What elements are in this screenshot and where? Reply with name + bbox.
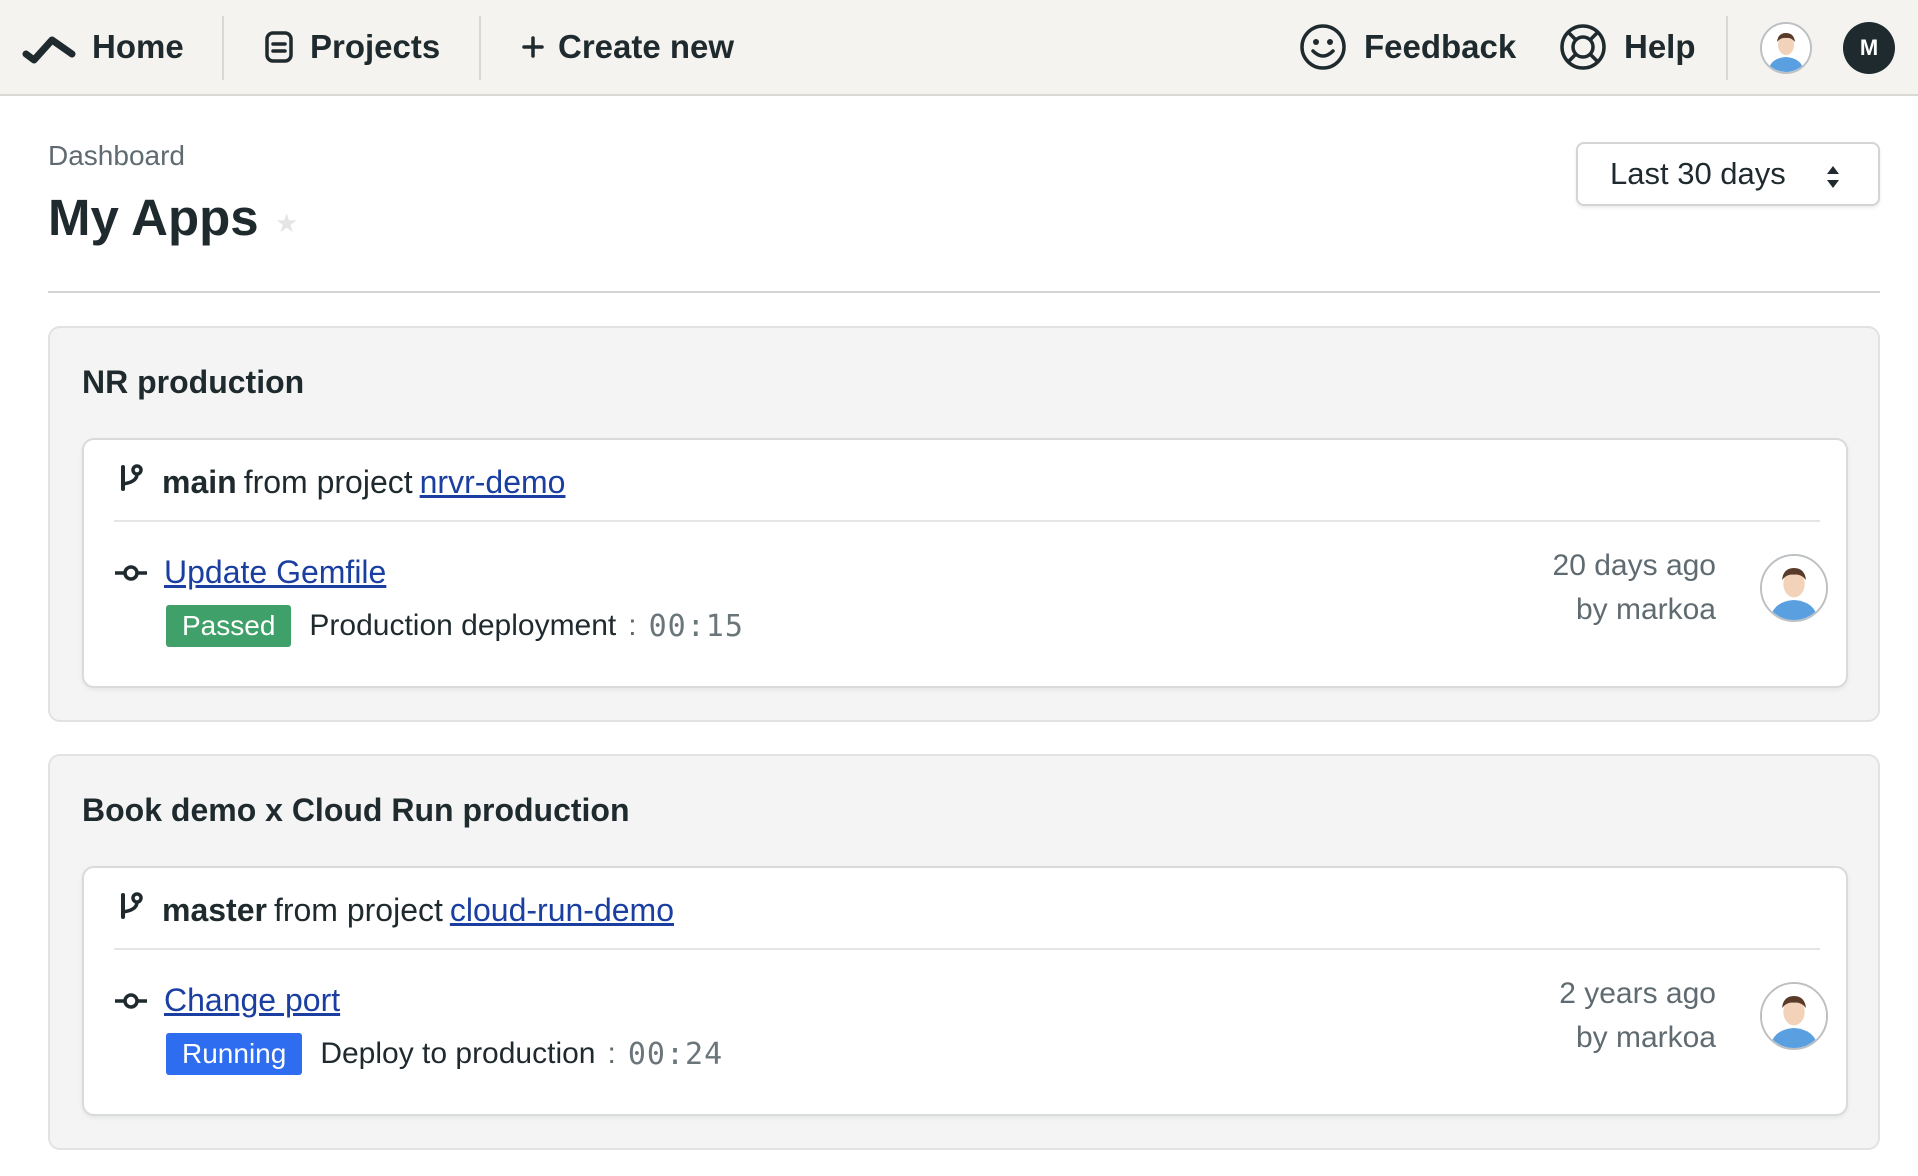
lifebuoy-icon: [1558, 22, 1608, 72]
pipeline-row: Passed Production deployment : 00:15: [166, 604, 744, 648]
branch-row: main from project nrvr-demo: [114, 458, 565, 506]
user-avatar[interactable]: [1760, 22, 1812, 74]
deployment-meta: 2 years ago by markoa: [1559, 972, 1716, 1060]
deployment-card: master from project cloud-run-demo Chang…: [82, 866, 1848, 1116]
breadcrumb[interactable]: Dashboard: [48, 140, 185, 172]
header-divider: [48, 291, 1880, 293]
user-initial: M: [1859, 35, 1879, 60]
create-new-button[interactable]: Create new: [522, 0, 734, 94]
pipeline-name[interactable]: Production deployment: [309, 609, 616, 643]
status-badge: Running: [166, 1033, 303, 1075]
pipeline-duration: 00:24: [627, 1036, 724, 1072]
pipeline-duration: 00:15: [648, 608, 744, 644]
branch-row: master from project cloud-run-demo: [114, 886, 674, 934]
commit-row: Update Gemfile: [114, 548, 386, 596]
project-link[interactable]: cloud-run-demo: [450, 892, 674, 929]
commit-row: Change port: [114, 976, 340, 1024]
nav-home-label: Home: [92, 28, 184, 65]
from-project-text: from project: [243, 463, 413, 500]
app-name[interactable]: NR production: [82, 364, 304, 401]
plus-icon: [522, 36, 544, 58]
commit-icon: [114, 554, 164, 591]
branch-name[interactable]: main: [162, 464, 237, 501]
time-ago: 2 years ago: [1559, 977, 1716, 1010]
status-badge: Passed: [166, 605, 292, 647]
app-panel: NR production main from project nrvr-dem…: [48, 326, 1880, 722]
branch-icon: [114, 462, 162, 502]
feedback-button[interactable]: Feedback: [1298, 0, 1516, 94]
nav-home[interactable]: Home: [22, 0, 184, 94]
app-panel: Book demo x Cloud Run production master …: [48, 754, 1880, 1150]
branch-icon: [114, 890, 162, 930]
account-menu-button[interactable]: M: [1843, 22, 1895, 74]
author-avatar: [1760, 982, 1828, 1050]
card-divider: [114, 948, 1820, 950]
pipeline-name[interactable]: Deploy to production: [320, 1037, 595, 1071]
author: by markoa: [1575, 1021, 1716, 1054]
top-navigation-bar: Home Projects Create new Feedback Help M: [0, 0, 1918, 96]
author-avatar: [1760, 554, 1828, 622]
smiley-icon: [1298, 22, 1348, 72]
pipeline-separator: :: [628, 609, 637, 642]
feedback-label: Feedback: [1364, 28, 1517, 65]
date-range-value: Last 30 days: [1610, 156, 1786, 191]
author: by markoa: [1575, 593, 1716, 626]
deployment-meta: 20 days ago by markoa: [1553, 544, 1716, 632]
help-button[interactable]: Help: [1558, 0, 1696, 94]
pipeline-row: Running Deploy to production : 00:24: [166, 1032, 723, 1076]
star-icon[interactable]: ★: [275, 208, 298, 239]
nav-divider: [222, 16, 224, 80]
project-link[interactable]: nrvr-demo: [420, 464, 566, 501]
from-project-text: from project: [273, 891, 443, 928]
help-label: Help: [1624, 28, 1696, 65]
create-new-label: Create new: [558, 28, 735, 65]
commit-link[interactable]: Update Gemfile: [164, 554, 386, 591]
page-title: My Apps: [48, 189, 259, 246]
commit-icon: [114, 982, 164, 1019]
time-ago: 20 days ago: [1552, 549, 1716, 582]
semaphore-logo-icon: [22, 30, 76, 64]
pipeline-separator: :: [607, 1037, 616, 1070]
projects-icon: [264, 30, 294, 64]
nav-divider: [1726, 16, 1728, 80]
commit-link[interactable]: Change port: [164, 982, 340, 1019]
app-name[interactable]: Book demo x Cloud Run production: [82, 792, 630, 829]
date-range-select[interactable]: Last 30 days: [1576, 142, 1880, 206]
card-divider: [114, 520, 1820, 522]
deployment-card: main from project nrvr-demo Update Gemfi…: [82, 438, 1848, 688]
nav-projects[interactable]: Projects: [264, 0, 440, 94]
branch-name[interactable]: master: [162, 892, 267, 929]
nav-projects-label: Projects: [310, 28, 441, 65]
nav-divider: [479, 16, 481, 80]
updown-arrows-icon: [1826, 162, 1840, 198]
